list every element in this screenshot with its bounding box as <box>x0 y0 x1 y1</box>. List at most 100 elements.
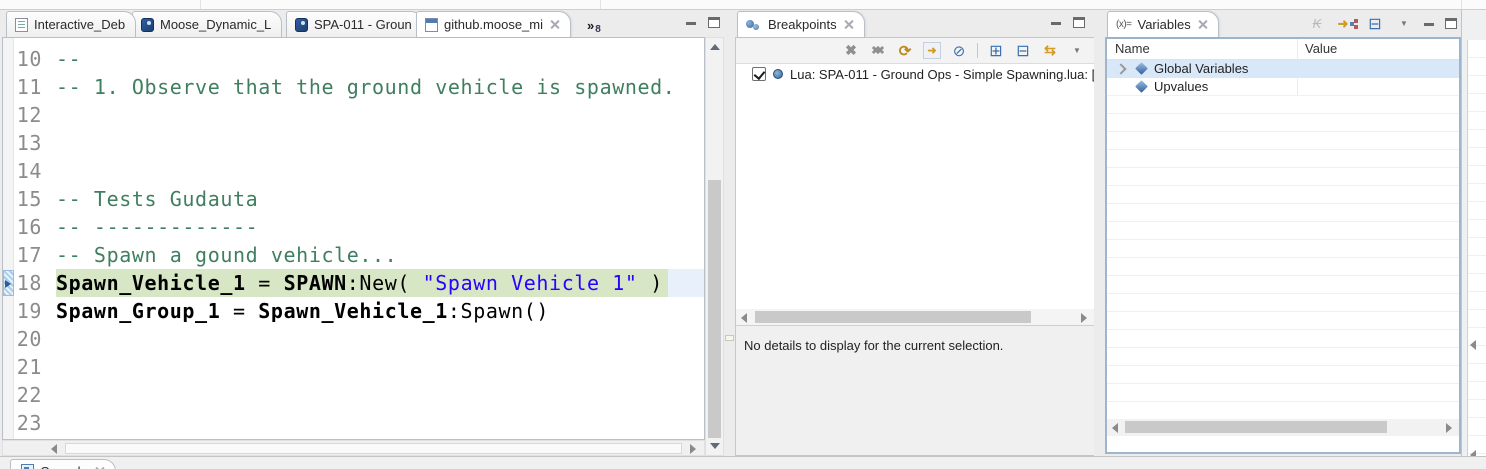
toolbar-divider <box>600 0 601 9</box>
line-number: 17 <box>14 241 49 269</box>
column-header-value[interactable]: Value <box>1297 39 1337 59</box>
breakpoints-list[interactable]: Lua: SPA-011 - Ground Ops - Simple Spawn… <box>736 63 1094 309</box>
variables-tree: Global VariablesUpvalues <box>1107 60 1459 96</box>
code-line[interactable]: 16-- ------------- <box>3 213 704 241</box>
go-to-file-for-breakpoint-icon[interactable]: ➜ <box>923 42 941 59</box>
maximize-icon[interactable] <box>708 17 720 28</box>
expand-arrow-icon[interactable] <box>1113 62 1127 76</box>
scroll-up-icon[interactable] <box>710 44 720 50</box>
minimize-icon[interactable] <box>686 22 696 25</box>
show-logical-structure-icon[interactable]: ➜ <box>1337 15 1355 32</box>
breakpoints-variables-sash[interactable] <box>1094 10 1105 456</box>
code-line[interactable]: 21 <box>3 353 704 381</box>
editor-tab-spa-011 - groun[interactable]: SPA-011 - Groun <box>286 11 423 37</box>
code-segment: -- Tests Gudauta <box>56 187 258 211</box>
ruler-cell[interactable] <box>3 213 14 241</box>
ruler-cell[interactable] <box>3 185 14 213</box>
line-number: 21 <box>14 353 49 381</box>
ruler-cell[interactable] <box>3 297 14 325</box>
ruler-cell[interactable] <box>3 241 14 269</box>
variable-row[interactable]: Upvalues <box>1107 78 1459 96</box>
close-icon[interactable] <box>549 19 560 30</box>
editor-vertical-scrollbar[interactable] <box>705 37 724 456</box>
code-line[interactable]: 12 <box>3 101 704 129</box>
line-number: 10 <box>14 45 49 73</box>
expand-all-icon[interactable]: ⊞ <box>987 42 1005 59</box>
editor-tab-moose_dynamic_l[interactable]: Moose_Dynamic_L <box>132 11 282 37</box>
code-line[interactable]: 10-- <box>3 45 704 73</box>
view-menu-icon[interactable]: ▼ <box>1068 42 1086 59</box>
collapse-all-icon[interactable]: ⊟ <box>1366 15 1384 32</box>
scroll-right-icon[interactable] <box>1081 313 1087 323</box>
lua-file-icon <box>141 18 154 32</box>
code-line[interactable]: 20 <box>3 325 704 353</box>
variables-horizontal-scrollbar[interactable] <box>1107 419 1459 436</box>
ruler-cell[interactable] <box>3 381 14 409</box>
ruler-cell[interactable] <box>3 353 14 381</box>
editor-horizontal-scrollbar[interactable] <box>2 440 705 456</box>
minimize-icon[interactable] <box>1424 23 1434 26</box>
line-number: 15 <box>14 185 49 213</box>
view-menu-icon[interactable]: ▼ <box>1395 15 1413 32</box>
code-editor[interactable]: 10--11-- 1. Observe that the ground vehi… <box>2 37 705 440</box>
code-line[interactable]: 13 <box>3 129 704 157</box>
ruler-cell[interactable] <box>3 45 14 73</box>
editor-tab-interactive_deb[interactable]: Interactive_Deb <box>6 11 136 37</box>
horizontal-scroll-thumb[interactable] <box>65 443 682 454</box>
scroll-left-icon[interactable] <box>1112 423 1118 433</box>
code-line[interactable]: 23 <box>3 409 704 437</box>
close-icon[interactable] <box>843 19 854 30</box>
ruler-cell[interactable] <box>3 101 14 129</box>
horizontal-scroll-thumb[interactable] <box>755 311 1031 323</box>
code-segment: Spawn_Vehicle_1 <box>56 271 246 295</box>
vertical-scroll-thumb[interactable] <box>708 180 721 438</box>
maximize-icon[interactable] <box>1073 17 1085 28</box>
breakpoint-checkbox[interactable] <box>752 67 766 81</box>
tab-label: Interactive_Deb <box>34 17 125 32</box>
remove-all-breakpoints-icon[interactable]: ✖✖ <box>869 42 887 59</box>
tab-breakpoints[interactable]: Breakpoints <box>737 11 865 37</box>
horizontal-scroll-thumb[interactable] <box>1125 421 1387 433</box>
minimize-icon[interactable] <box>1051 22 1061 25</box>
editor-tab-github.moose_mi[interactable]: github.moose_mi <box>416 11 571 37</box>
code-line[interactable]: 17-- Spawn a gound vehicle... <box>3 241 704 269</box>
scroll-down-icon[interactable] <box>710 443 720 449</box>
ruler-cell[interactable] <box>3 325 14 353</box>
close-icon[interactable] <box>94 466 105 469</box>
tab-variables[interactable]: (x)= Variables <box>1107 11 1219 37</box>
scroll-right-icon[interactable] <box>690 444 696 454</box>
sash-grip[interactable] <box>725 335 734 341</box>
editor-breakpoints-sash[interactable] <box>724 10 735 456</box>
breakpoint-item[interactable]: Lua: SPA-011 - Ground Ops - Simple Spawn… <box>736 64 1094 84</box>
breakpoints-horizontal-scrollbar[interactable] <box>736 309 1094 326</box>
tab-console[interactable]: Console <box>10 459 116 469</box>
close-icon[interactable] <box>1197 19 1208 30</box>
ruler-cell[interactable] <box>3 73 14 101</box>
maximize-icon[interactable] <box>1445 18 1457 29</box>
code-text: -- ------------- <box>56 213 258 241</box>
collapse-all-icon[interactable]: ⊟ <box>1014 42 1032 59</box>
scroll-left-icon[interactable] <box>51 444 57 454</box>
scroll-left-icon[interactable] <box>741 313 747 323</box>
ruler-cell[interactable] <box>3 409 14 437</box>
code-line[interactable]: 11-- 1. Observe that the ground vehicle … <box>3 73 704 101</box>
remove-breakpoint-icon[interactable]: ✖ <box>842 42 860 59</box>
column-header-name[interactable]: Name <box>1107 39 1297 59</box>
ruler-cell[interactable] <box>3 129 14 157</box>
more-editors-chevron[interactable]: » 8 <box>587 18 601 35</box>
show-supported-breakpoints-icon[interactable]: ⟳ <box>896 42 914 59</box>
code-line[interactable]: 18Spawn_Vehicle_1 = SPAWN:New( "Spawn Ve… <box>3 269 704 297</box>
code-line[interactable]: 19Spawn_Group_1 = Spawn_Vehicle_1:Spawn(… <box>3 297 704 325</box>
link-with-debug-view-icon[interactable]: ⇆ <box>1041 42 1059 59</box>
code-line[interactable]: 22 <box>3 381 704 409</box>
skip-all-breakpoints-icon[interactable]: ⊘ <box>950 42 968 59</box>
code-text: Spawn_Group_1 = Spawn_Vehicle_1:Spawn() <box>56 297 549 325</box>
scroll-right-icon[interactable] <box>1446 423 1452 433</box>
scroll-left-icon[interactable] <box>1470 340 1476 350</box>
show-type-names-icon[interactable]: K <box>1308 15 1326 32</box>
code-segment: ) <box>638 271 663 295</box>
variable-row[interactable]: Global Variables <box>1107 60 1459 78</box>
code-line[interactable]: 15 -- Tests Gudauta <box>3 185 704 213</box>
code-line[interactable]: 14 <box>3 157 704 185</box>
ruler-cell[interactable] <box>3 157 14 185</box>
